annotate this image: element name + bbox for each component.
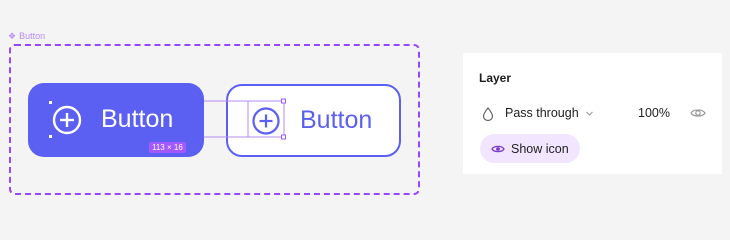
layer-panel: Layer Pass through 100% Show icon	[463, 53, 722, 174]
drop-icon	[482, 107, 494, 121]
blend-mode-select[interactable]: Pass through	[505, 106, 594, 120]
selection-handle[interactable]	[49, 101, 52, 104]
plus-circle-icon	[52, 105, 82, 135]
button-variant-secondary[interactable]: Button	[226, 84, 401, 157]
plus-circle-icon	[252, 107, 280, 135]
selection-handle[interactable]	[49, 135, 52, 138]
component-label[interactable]: ❖ Button	[8, 31, 45, 41]
size-badge: 113 × 16	[149, 142, 186, 153]
component-icon: ❖	[8, 30, 17, 41]
eye-icon	[491, 145, 505, 152]
visibility-toggle-eye-icon[interactable]	[690, 106, 706, 120]
panel-title: Layer	[479, 71, 512, 85]
show-icon-property-pill[interactable]: Show icon	[480, 134, 580, 163]
component-name: Button	[19, 31, 46, 41]
chevron-down-icon	[585, 111, 593, 116]
button-label: Button	[101, 105, 174, 133]
property-pill-label: Show icon	[511, 141, 569, 156]
opacity-input[interactable]: 100%	[638, 106, 670, 120]
blend-mode-value: Pass through	[505, 106, 579, 120]
button-label: Button	[300, 106, 373, 134]
